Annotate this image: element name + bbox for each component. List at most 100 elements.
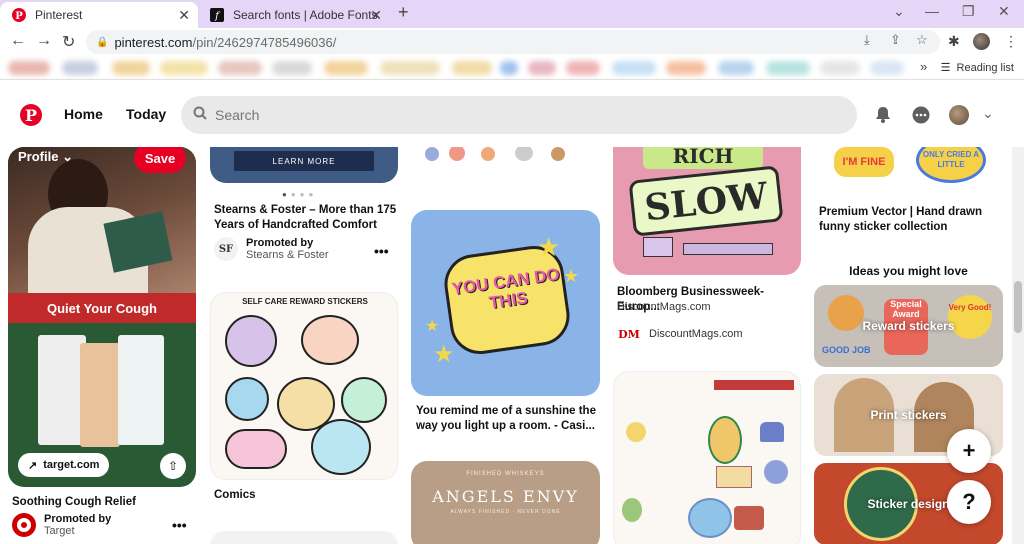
install-app-icon[interactable]: ⤓ [864, 32, 870, 48]
pin-domain[interactable]: DiscountMags.com [617, 301, 711, 313]
bookmark-item[interactable] [112, 61, 150, 75]
promoted-by[interactable]: Promoted by Target [12, 513, 111, 537]
profile-dropdown[interactable]: Profile ⌄ [18, 149, 73, 165]
external-link-icon: ↗ [28, 459, 38, 472]
sticker [734, 506, 764, 530]
back-icon[interactable]: ← [10, 32, 26, 50]
address-bar[interactable]: 🔒 pinterest.com/pin/2462974785496036/ [86, 30, 940, 54]
tab-title: Search fonts | Adobe Fonts [233, 8, 378, 22]
magazine-art-top: RICH [643, 147, 763, 169]
pin-title[interactable]: You remind me of a sunshine the way you … [416, 404, 596, 434]
scrollbar-thumb[interactable] [1014, 281, 1022, 333]
pin-cough-relief[interactable]: Quiet Your Cough ↗ target.com ⇧ Profile … [8, 147, 196, 487]
ad-tagline: ALWAYS FINISHED · NEVER DONE [450, 509, 561, 515]
close-window-icon[interactable]: ✕ [998, 3, 1010, 20]
pin-title[interactable]: Comics [214, 488, 256, 503]
bookmark-item[interactable] [666, 61, 706, 75]
restore-icon[interactable]: ❐ [962, 3, 975, 20]
sticker-badge [301, 315, 359, 365]
reading-list-icon: ☰ [940, 62, 951, 74]
ad-headline: ANGELS ENVY [432, 487, 579, 506]
star-icon: ★ [433, 341, 455, 368]
account-chevron-icon[interactable]: ⌄ [982, 105, 994, 122]
reading-list-label: Reading list [956, 61, 1014, 74]
tab-title: Pinterest [35, 8, 83, 22]
bookmark-item[interactable] [766, 61, 810, 75]
share-icon[interactable]: ⇪ [890, 32, 901, 48]
bookmark-star-icon[interactable]: ☆ [916, 32, 928, 48]
extensions-icon[interactable]: ✱ [948, 33, 960, 50]
forward-icon[interactable]: → [36, 32, 52, 50]
stearns-foster-logo-icon: SF [214, 237, 238, 261]
nav-home[interactable]: Home [64, 106, 103, 122]
new-tab-icon[interactable]: + [398, 2, 409, 23]
create-pin-button[interactable]: + [947, 429, 991, 473]
pin-source[interactable]: DM DiscountMags.com [617, 322, 743, 346]
bookmark-item[interactable] [452, 61, 492, 75]
magazine-art-bottom: SLOW [628, 165, 784, 237]
search-input[interactable] [215, 107, 815, 123]
tab-adobe-fonts[interactable]: f Search fonts | Adobe Fonts ✕ [200, 2, 390, 28]
notifications-bell-icon[interactable] [874, 105, 892, 128]
nav-today[interactable]: Today [126, 106, 166, 122]
sticker-badge [225, 377, 269, 421]
user-avatar[interactable] [949, 105, 969, 125]
more-options-icon[interactable]: ••• [172, 517, 187, 533]
tab-search-chevron-icon[interactable]: ⌄ [893, 3, 905, 20]
save-button[interactable]: Save [134, 147, 186, 173]
pin-title[interactable]: Premium Vector | Hand drawn funny sticke… [819, 205, 999, 235]
search-bar[interactable] [181, 96, 857, 134]
bookmark-item[interactable] [612, 61, 656, 75]
pin-stearns-foster[interactable]: LEARN MORE [210, 147, 398, 183]
pin-stickers-partial[interactable] [411, 147, 599, 179]
close-tab-icon[interactable]: ✕ [370, 7, 382, 24]
close-tab-icon[interactable]: ✕ [178, 7, 190, 24]
bookmark-item[interactable] [718, 61, 754, 75]
pin-title[interactable]: Soothing Cough Relief [12, 495, 196, 510]
pin-title[interactable]: Stearns & Foster – More than 175 Years o… [214, 203, 398, 233]
page-scrollbar[interactable] [1012, 147, 1024, 544]
bookmark-item[interactable] [566, 61, 600, 75]
pin-funny-stickers[interactable]: I'M FINE ONLY CRIED A LITTLE [814, 147, 1003, 195]
browser-toolbar: ← → ↻ 🔒 pinterest.com/pin/24629747854960… [0, 28, 1024, 56]
badge [643, 237, 673, 257]
bookmark-item[interactable] [160, 61, 208, 75]
pin-angels-envy[interactable]: FINISHED WHISKEYS ANGELS ENVY ALWAYS FIN… [411, 461, 600, 544]
bookmark-item[interactable] [324, 61, 368, 75]
more-bookmarks-icon[interactable]: » [920, 59, 927, 74]
pin-self-care-stickers[interactable]: SELF CARE REWARD STICKERS [210, 292, 398, 480]
more-options-icon[interactable]: ••• [374, 243, 389, 259]
pin-partial[interactable] [210, 531, 398, 544]
pin-you-can-do-this[interactable]: YOU CAN DO THIS ★ ★ ★ ★ [411, 210, 600, 396]
reading-list-button[interactable]: ☰ Reading list [940, 61, 1014, 75]
bookmark-item[interactable] [528, 61, 556, 75]
profile-avatar-icon[interactable] [973, 33, 990, 50]
minimize-icon[interactable]: — [925, 3, 939, 19]
sticker-badge [341, 377, 387, 423]
bookmark-item[interactable] [218, 61, 262, 75]
browser-menu-icon[interactable]: ⋮ [1004, 33, 1018, 50]
learn-more-button[interactable]: LEARN MORE [234, 151, 374, 171]
link-chip[interactable]: ↗ target.com [18, 453, 110, 477]
bookmark-item[interactable] [380, 61, 440, 75]
pinterest-logo-icon[interactable]: P [20, 104, 42, 126]
idea-reward-stickers[interactable]: GOOD JOB Special Award Very Good! Reward… [814, 285, 1003, 367]
bookmark-item[interactable] [820, 61, 860, 75]
bookmark-item[interactable] [8, 61, 50, 75]
promoted-by[interactable]: SF Promoted by Stearns & Foster [214, 237, 329, 261]
product-box [80, 343, 120, 447]
reload-icon[interactable]: ↻ [62, 32, 75, 52]
product-box [118, 335, 164, 445]
tab-pinterest[interactable]: P Pinterest ✕ [0, 2, 198, 28]
carousel-dots[interactable]: ●●●● [282, 190, 317, 199]
pin-cute-stickers[interactable] [613, 371, 801, 544]
bookmark-item[interactable] [500, 61, 518, 75]
messages-icon[interactable] [911, 105, 931, 130]
svg-text:P: P [15, 11, 23, 22]
help-button[interactable]: ? [947, 480, 991, 524]
share-upload-icon[interactable]: ⇧ [160, 453, 186, 479]
bookmark-item[interactable] [272, 61, 312, 75]
bookmark-item[interactable] [62, 61, 98, 75]
pin-bloomberg[interactable]: RICH SLOW [613, 147, 801, 275]
bookmark-item[interactable] [870, 61, 904, 75]
